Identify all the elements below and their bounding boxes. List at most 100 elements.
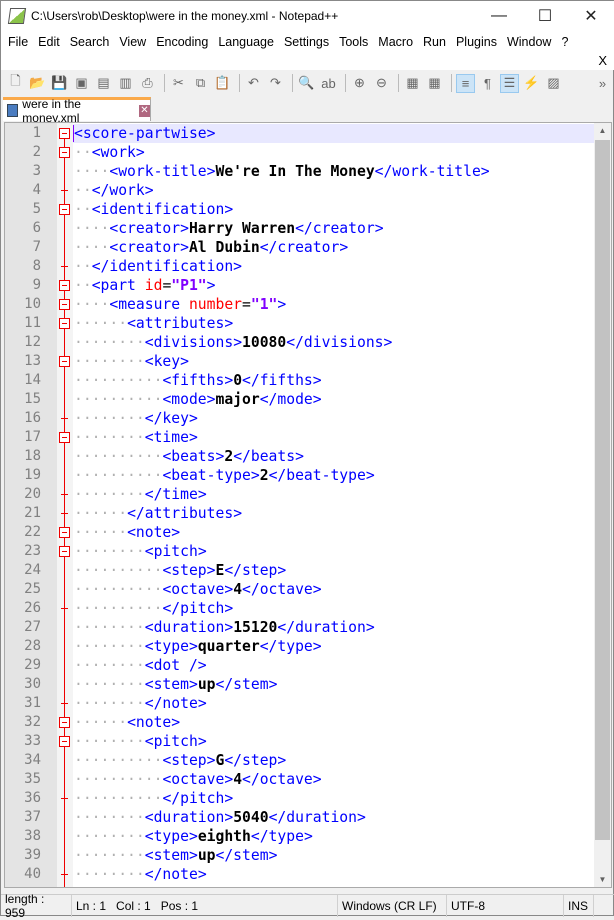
- code-line[interactable]: 27 ········<duration>15120</duration>: [5, 618, 595, 637]
- tab-were-in-the-money[interactable]: were in the money.xml ✕: [3, 97, 151, 125]
- code-line[interactable]: 11 ······<attributes>: [5, 314, 595, 333]
- code-line[interactable]: 18 ··········<beats>2</beats>: [5, 447, 595, 466]
- vertical-scrollbar[interactable]: ▲ ▼: [594, 123, 611, 887]
- save-icon[interactable]: 💾: [50, 74, 69, 93]
- close-document-button[interactable]: X: [598, 53, 607, 68]
- code-line[interactable]: 4 ··</work>: [5, 181, 595, 200]
- fold-collapse-icon[interactable]: [59, 280, 70, 291]
- replace-icon[interactable]: ab: [319, 74, 338, 93]
- save-all-icon[interactable]: ▣: [72, 74, 91, 93]
- fold-collapse-icon[interactable]: [59, 432, 70, 443]
- fold-collapse-icon[interactable]: [59, 299, 70, 310]
- code-line[interactable]: 13 ········<key>: [5, 352, 595, 371]
- code-line[interactable]: 37 ········<duration>5040</duration>: [5, 808, 595, 827]
- find-icon[interactable]: 🔍: [297, 74, 316, 93]
- print-icon[interactable]: ⎙: [138, 74, 157, 93]
- fold-collapse-icon[interactable]: [59, 736, 70, 747]
- udl-icon[interactable]: ⚡: [522, 74, 541, 93]
- fold-collapse-icon[interactable]: [59, 128, 70, 139]
- code-line[interactable]: 34 ··········<step>G</step>: [5, 751, 595, 770]
- code-line[interactable]: 38 ········<type>eighth</type>: [5, 827, 595, 846]
- redo-icon[interactable]: ↷: [266, 74, 285, 93]
- code-line[interactable]: 40 ········</note>: [5, 865, 595, 884]
- copy-icon[interactable]: ⧉: [191, 74, 210, 93]
- scroll-up-arrow-icon[interactable]: ▲: [594, 126, 611, 135]
- show-all-chars-icon[interactable]: ¶: [478, 74, 497, 93]
- code-line[interactable]: 23 ········<pitch>: [5, 542, 595, 561]
- code-line[interactable]: 7 ····<creator>Al Dubin</creator>: [5, 238, 595, 257]
- code-line[interactable]: 26 ··········</pitch>: [5, 599, 595, 618]
- code-line[interactable]: 39 ········<stem>up</stem>: [5, 846, 595, 865]
- code-line[interactable]: 28 ········<type>quarter</type>: [5, 637, 595, 656]
- code-line[interactable]: 35 ··········<octave>4</octave>: [5, 770, 595, 789]
- code-line[interactable]: 15 ··········<mode>major</mode>: [5, 390, 595, 409]
- code-line[interactable]: 14 ··········<fifths>0</fifths>: [5, 371, 595, 390]
- zoom-in-icon[interactable]: ⊕: [350, 74, 369, 93]
- code-line[interactable]: 5 ··<identification>: [5, 200, 595, 219]
- fold-collapse-icon[interactable]: [59, 546, 70, 557]
- cut-icon[interactable]: ✂: [169, 74, 188, 93]
- code-line[interactable]: 21 ······</attributes>: [5, 504, 595, 523]
- fold-collapse-icon[interactable]: [59, 204, 70, 215]
- undo-icon[interactable]: ↶: [244, 74, 263, 93]
- menu-settings[interactable]: Settings: [280, 35, 335, 49]
- code-line[interactable]: 36 ··········</pitch>: [5, 789, 595, 808]
- code-line[interactable]: 1 <score-partwise>: [5, 124, 595, 143]
- menu-view[interactable]: View: [115, 35, 152, 49]
- menu-language[interactable]: Language: [214, 35, 280, 49]
- code-line[interactable]: 31 ········</note>: [5, 694, 595, 713]
- code-line[interactable]: 29 ········<dot />: [5, 656, 595, 675]
- menu-file[interactable]: File: [4, 35, 34, 49]
- minimize-button[interactable]: —: [476, 1, 522, 31]
- maximize-button[interactable]: ☐: [522, 1, 568, 31]
- code-line[interactable]: 3 ····<work-title>We're In The Money</wor…: [5, 162, 595, 181]
- word-wrap-icon[interactable]: ≡: [456, 73, 475, 93]
- menu-tools[interactable]: Tools: [335, 35, 374, 49]
- paste-icon[interactable]: 📋: [213, 74, 232, 93]
- sync-horizontal-icon[interactable]: ▦: [425, 74, 444, 93]
- code-line[interactable]: 25 ··········<octave>4</octave>: [5, 580, 595, 599]
- code-line[interactable]: 6 ····<creator>Harry Warren</creator>: [5, 219, 595, 238]
- code-line[interactable]: 30 ········<stem>up</stem>: [5, 675, 595, 694]
- fold-collapse-icon[interactable]: [59, 717, 70, 728]
- close-button[interactable]: ✕: [568, 1, 614, 31]
- code-line[interactable]: 9 ··<part id="P1">: [5, 276, 595, 295]
- close-icon[interactable]: ▤: [94, 74, 113, 93]
- menu-run[interactable]: Run: [419, 35, 452, 49]
- fold-collapse-icon[interactable]: [59, 527, 70, 538]
- code-line[interactable]: 17 ········<time>: [5, 428, 595, 447]
- new-file-icon[interactable]: 🗋: [6, 73, 25, 93]
- menu-plugins[interactable]: Plugins: [452, 35, 503, 49]
- code-line[interactable]: 33 ········<pitch>: [5, 732, 595, 751]
- menu-window[interactable]: Window: [503, 35, 557, 49]
- open-file-icon[interactable]: 📂: [28, 74, 47, 93]
- menu-edit[interactable]: Edit: [34, 35, 66, 49]
- code-line[interactable]: 2 ··<work>: [5, 143, 595, 162]
- sync-vertical-icon[interactable]: ▦: [403, 74, 422, 93]
- fold-collapse-icon[interactable]: [59, 318, 70, 329]
- menu-help[interactable]: ?: [557, 35, 574, 49]
- code-line[interactable]: 12 ········<divisions>10080</divisions>: [5, 333, 595, 352]
- editor[interactable]: 1 <score-partwise> 2 ··<work> 3 ····<work-tit…: [4, 122, 612, 888]
- tab-close-button[interactable]: ✕: [138, 104, 150, 117]
- scrollbar-thumb[interactable]: [595, 140, 610, 840]
- code-line[interactable]: 24 ··········<step>E</step>: [5, 561, 595, 580]
- fold-collapse-icon[interactable]: [59, 147, 70, 158]
- doc-map-icon[interactable]: ▨: [544, 74, 563, 93]
- code-line[interactable]: 16 ········</key>: [5, 409, 595, 428]
- code-line[interactable]: 32 ······<note>: [5, 713, 595, 732]
- code-line[interactable]: 20 ········</time>: [5, 485, 595, 504]
- close-all-icon[interactable]: ▥: [116, 74, 135, 93]
- fold-collapse-icon[interactable]: [59, 356, 70, 367]
- code-line[interactable]: 19 ··········<beat-type>2</beat-type>: [5, 466, 595, 485]
- scroll-down-arrow-icon[interactable]: ▼: [594, 875, 611, 884]
- more-icon[interactable]: »: [593, 74, 612, 93]
- code-line[interactable]: 8 ··</identification>: [5, 257, 595, 276]
- menu-encoding[interactable]: Encoding: [152, 35, 214, 49]
- code-line[interactable]: 22 ······<note>: [5, 523, 595, 542]
- code-line[interactable]: 10 ····<measure number="1">: [5, 295, 595, 314]
- menu-macro[interactable]: Macro: [374, 35, 419, 49]
- menu-search[interactable]: Search: [66, 35, 116, 49]
- zoom-out-icon[interactable]: ⊖: [372, 74, 391, 93]
- indent-guide-icon[interactable]: ☰: [500, 73, 519, 93]
